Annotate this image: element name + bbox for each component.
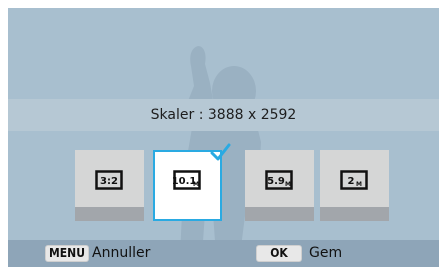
ok-key-badge[interactable]: OK (256, 245, 302, 262)
camera-screen-frame: Skaler : 3888 x 2592 3:2 10.1 M 5.9 M 2 … (0, 0, 447, 272)
button-guide-bar: MENU Annuller OK Gem (8, 240, 439, 267)
option-tile-footer (75, 207, 144, 221)
aspect-3-2-icon: 3:2 (95, 170, 123, 190)
svg-text:3:2: 3:2 (100, 176, 118, 187)
svg-text:M: M (285, 181, 291, 188)
size-option-5-9m[interactable]: 5.9 M (245, 150, 314, 221)
size-option-3-2[interactable]: 3:2 (75, 150, 144, 221)
save-label: Gem (309, 245, 343, 261)
photo-size-text: Skaler : 3888 x 2592 (150, 107, 297, 123)
checkmark-icon (210, 143, 231, 161)
live-view: Skaler : 3888 x 2592 3:2 10.1 M 5.9 M 2 … (8, 8, 439, 267)
svg-text:2: 2 (348, 176, 355, 187)
resolution-5-9m-icon: 5.9 M (265, 170, 293, 190)
size-option-2m[interactable]: 2 M (320, 150, 389, 221)
child-silhouette-background (158, 46, 261, 267)
menu-key-badge[interactable]: MENU (45, 245, 89, 262)
svg-text:M: M (356, 181, 362, 188)
resolution-10m-icon: 10.1 M (173, 170, 201, 190)
size-option-10m[interactable]: 10.1 M (153, 143, 231, 221)
svg-text:M: M (193, 181, 199, 188)
size-info-banner: Skaler : 3888 x 2592 (8, 99, 439, 131)
resolution-2m-icon: 2 M (340, 170, 368, 190)
svg-text:5.9: 5.9 (267, 176, 285, 187)
cancel-label: Annuller (92, 245, 151, 261)
option-tile-footer (320, 207, 389, 221)
option-tile-footer (245, 207, 314, 221)
